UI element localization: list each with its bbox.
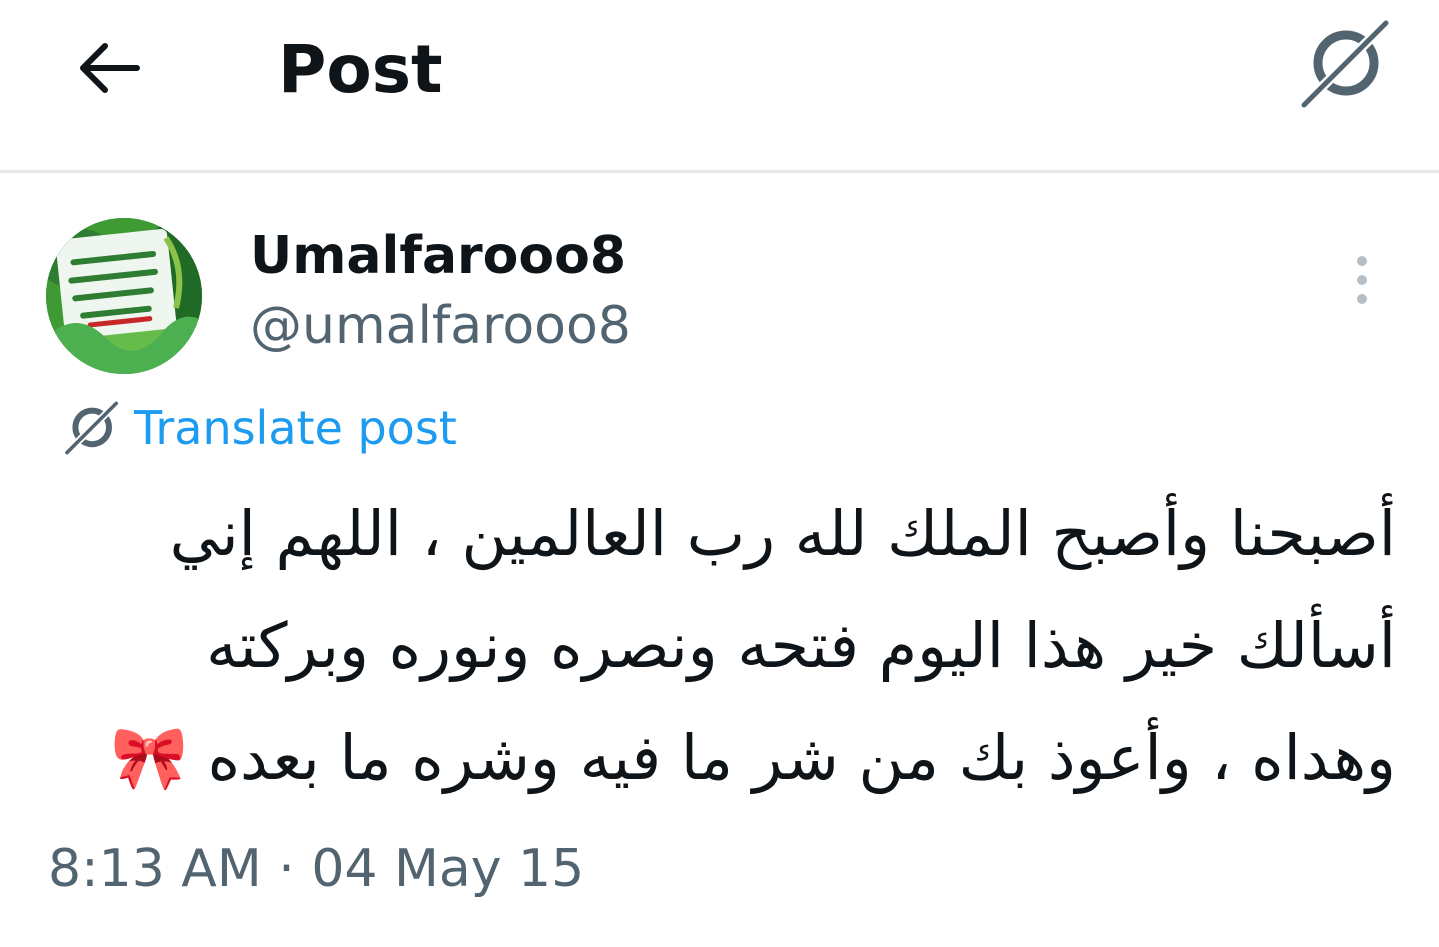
author-handle[interactable]: @umalfarooo8	[250, 292, 631, 360]
post-text-line: أسألك خير هذا اليوم فتحه ونصره ونوره وبر…	[206, 609, 1396, 682]
avatar[interactable]	[46, 218, 202, 374]
more-options-button[interactable]	[1340, 250, 1384, 310]
avatar-image	[46, 218, 202, 374]
more-vertical-icon	[1357, 256, 1367, 266]
post-body: أصبحنا وأصبح الملك لله رب العالمين ، الل…	[60, 478, 1396, 814]
more-vertical-icon-dot	[1357, 294, 1367, 304]
page-title: Post	[278, 31, 443, 108]
top-bar: Post	[0, 0, 1439, 173]
post-text-line: أصبحنا وأصبح الملك لله رب العالمين ، الل…	[169, 497, 1396, 570]
post-timestamp[interactable]: 8:13 AM · 04 May 15	[48, 836, 584, 902]
translate-post-label: Translate post	[134, 401, 457, 455]
grok-button[interactable]	[1294, 18, 1394, 110]
post-text-line: وهداه ، وأعوذ بك من شر ما فيه وشره ما بع…	[110, 721, 1396, 794]
grok-icon	[1299, 19, 1391, 109]
grok-icon	[63, 401, 120, 455]
more-vertical-icon-dot	[1357, 275, 1367, 285]
back-button[interactable]	[68, 32, 148, 104]
arrow-left-icon	[80, 43, 140, 93]
author-display-name[interactable]: Umalfarooo8	[250, 222, 626, 290]
translate-post-button[interactable]: Translate post	[62, 398, 457, 458]
